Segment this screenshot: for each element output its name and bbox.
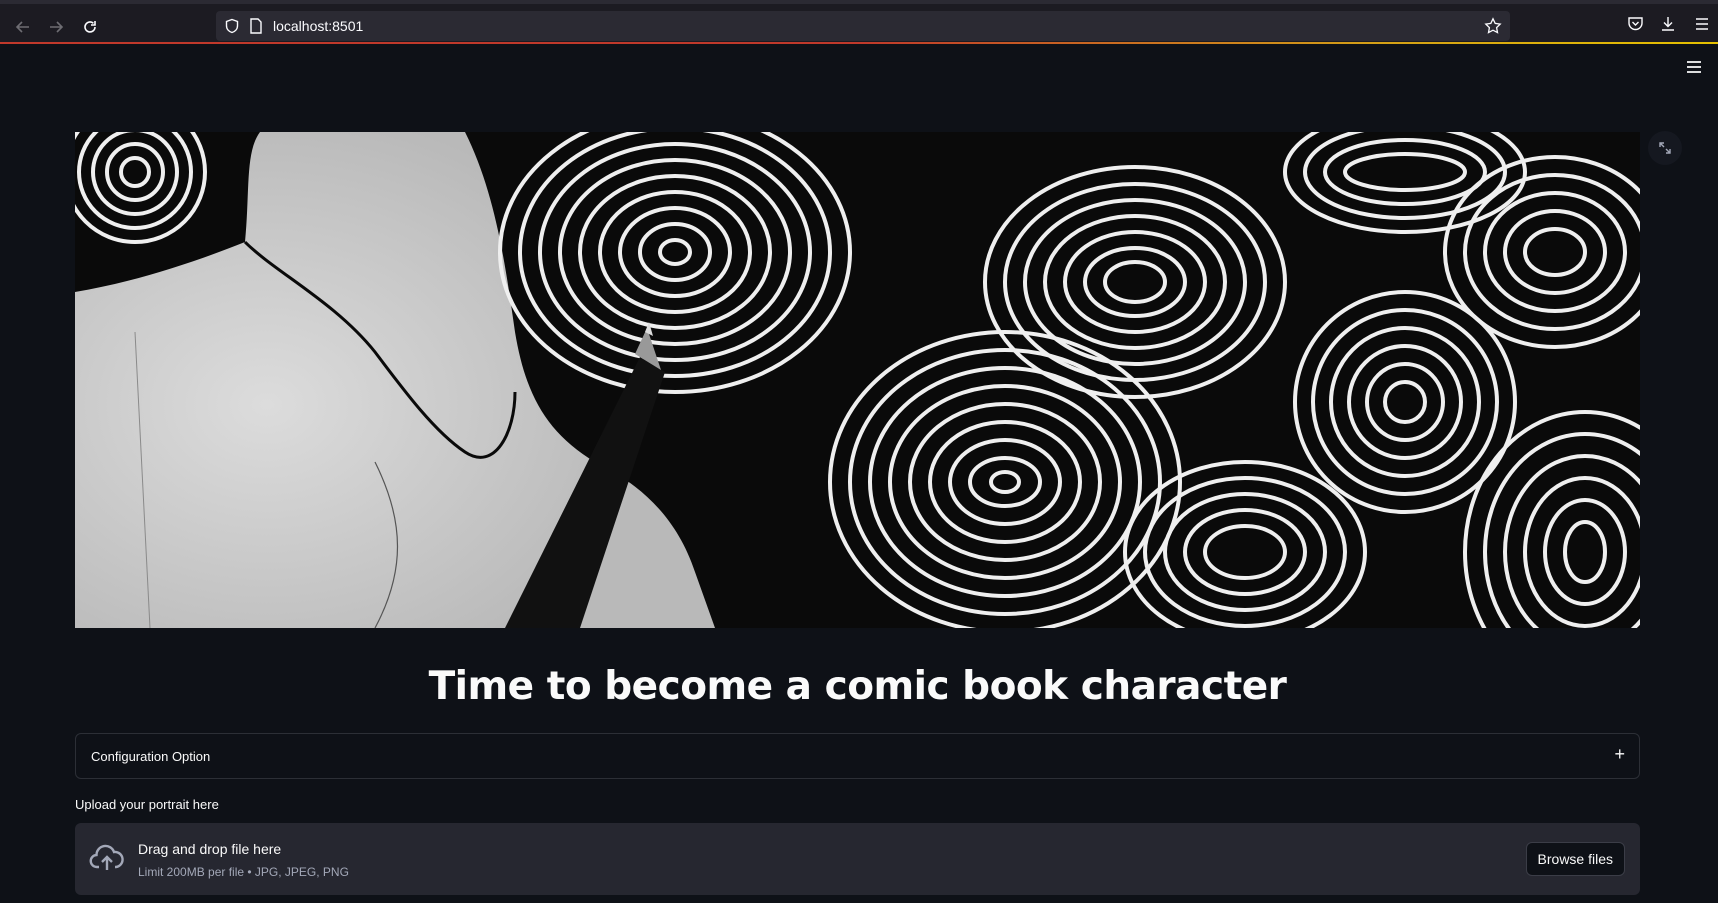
dropzone-hint: Limit 200MB per file • JPG, JPEG, PNG — [138, 865, 349, 879]
url-text[interactable]: localhost:8501 — [273, 18, 363, 34]
fullscreen-button[interactable] — [1648, 131, 1682, 165]
bookmark-star-icon[interactable] — [1484, 17, 1502, 35]
expand-icon — [1659, 142, 1671, 154]
cloud-upload-icon — [89, 844, 124, 870]
shield-icon[interactable] — [224, 18, 240, 34]
reload-icon — [84, 21, 96, 33]
file-dropzone[interactable]: Drag and drop file here Limit 200MB per … — [75, 823, 1640, 895]
browse-files-button[interactable]: Browse files — [1525, 842, 1625, 876]
browser-toolbar: localhost:8501 — [0, 0, 1718, 44]
configuration-expander[interactable]: Configuration Option + — [75, 733, 1640, 779]
menu-icon[interactable] — [1694, 16, 1710, 32]
reload-button[interactable] — [77, 14, 103, 40]
url-bar[interactable]: localhost:8501 — [216, 11, 1510, 41]
dropzone-title: Drag and drop file here — [138, 841, 282, 857]
forward-button[interactable] — [43, 14, 69, 40]
expander-label: Configuration Option — [91, 749, 211, 764]
page-title: Time to become a comic book character — [428, 664, 1287, 709]
hero-image — [75, 132, 1640, 628]
forward-arrow-icon — [50, 21, 64, 33]
uploader-label: Upload your portrait here — [75, 797, 219, 812]
page-icon[interactable] — [249, 18, 263, 34]
back-arrow-icon — [15, 21, 29, 33]
back-button[interactable] — [10, 14, 36, 40]
plus-icon: + — [1614, 744, 1625, 764]
hamburger-menu-icon[interactable] — [1685, 58, 1703, 76]
download-icon[interactable] — [1660, 16, 1676, 32]
pocket-icon[interactable] — [1627, 16, 1644, 32]
app-container: Time to become a comic book character Co… — [0, 44, 1718, 903]
